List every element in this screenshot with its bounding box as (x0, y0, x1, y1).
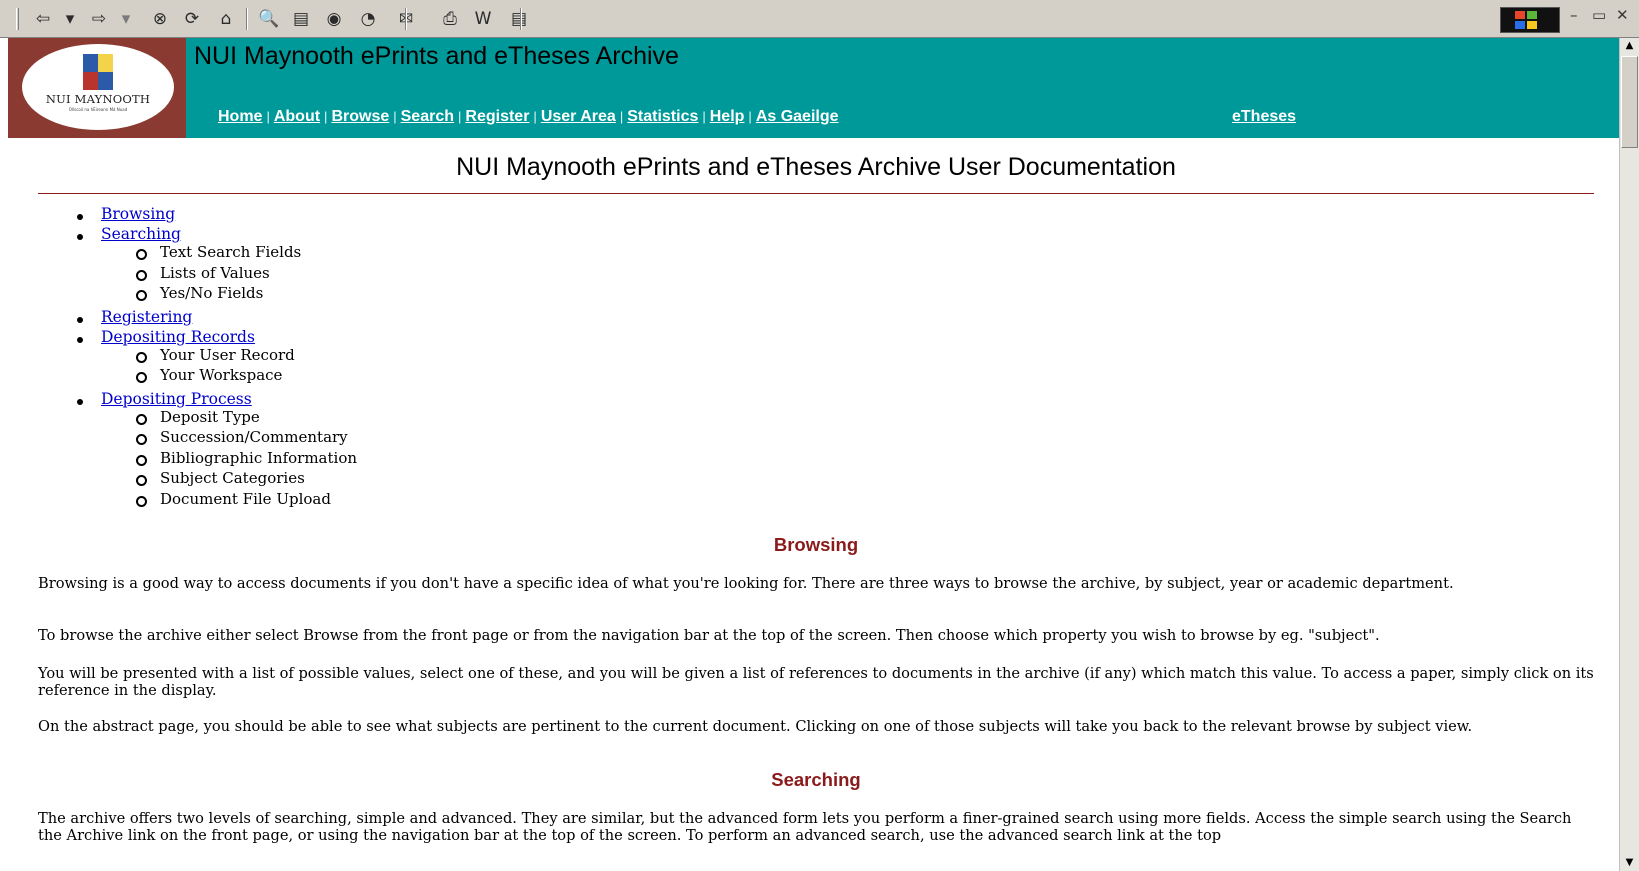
nav-link-browse[interactable]: Browse (331, 108, 389, 125)
nav-link-as-gaeilge[interactable]: As Gaeilge (756, 108, 839, 125)
toc-item: Depositing Records Your User Record Your W… (70, 328, 357, 386)
nav-link-etheses[interactable]: eTheses (1232, 108, 1296, 126)
scroll-down-icon[interactable]: ▼ (1620, 855, 1639, 871)
history-icon[interactable]: ◔ (355, 8, 381, 30)
paragraph: To browse the archive either select Brow… (38, 627, 1380, 644)
toc-subitem: Succession/Commentary (133, 427, 357, 448)
browser-toolbar: ⇦ ▾ ⇨ ▾ ⊗ ⟳ ⌂ 🔍 ▤ ◉ ◔ ✉ ⎙ W ▤ – ▭ ✕ (0, 0, 1639, 38)
paragraph: On the abstract page, you should be able… (38, 718, 1473, 735)
toc-sublist: Your User Record Your Workspace (133, 345, 357, 386)
page-title: NUI Maynooth ePrints and eTheses Archive… (456, 153, 1176, 181)
forward-dropdown-icon[interactable]: ▾ (120, 8, 132, 30)
nav-link-home[interactable]: Home (218, 108, 262, 125)
toc-item: Browsing (70, 205, 357, 223)
search-icon[interactable]: 🔍 (256, 8, 282, 30)
university-logo: NUI MAYNOOTH Ollscoil na hÉireann Má Nua… (22, 44, 174, 130)
toc-subitem: Subject Categories (133, 468, 357, 489)
stop-icon[interactable]: ⊗ (147, 8, 173, 30)
nav-link-statistics[interactable]: Statistics (627, 108, 698, 125)
nav-link-user-area[interactable]: User Area (541, 108, 616, 125)
title-divider (38, 193, 1594, 194)
vertical-scrollbar[interactable]: ▲ ▼ (1619, 38, 1639, 871)
toc-link-depositing-records[interactable]: Depositing Records (101, 328, 255, 346)
section-heading-searching: Searching (771, 769, 861, 790)
toc-link-searching[interactable]: Searching (101, 225, 181, 243)
nav-link-register[interactable]: Register (465, 108, 529, 125)
logo-subtext: Ollscoil na hÉireann Má Nuad (68, 107, 128, 112)
toc-subitem: Bibliographic Information (133, 448, 357, 469)
favorites-icon[interactable]: ▤ (288, 8, 314, 30)
nav-separator: | (702, 109, 706, 124)
toc-subitem: Your User Record (133, 345, 357, 366)
site-banner: NUI MAYNOOTH Ollscoil na hÉireann Má Nua… (8, 38, 1619, 138)
page-content: NUI MAYNOOTH Ollscoil na hÉireann Má Nua… (0, 38, 1619, 871)
nav-separator: | (458, 109, 462, 124)
toc-item: Depositing Process Deposit Type Succession… (70, 390, 357, 510)
toc-subitem: Text Search Fields (133, 242, 357, 263)
restore-icon[interactable]: ▭ (1592, 6, 1606, 24)
windows-logo-icon (1500, 7, 1560, 33)
scrollbar-thumb[interactable] (1621, 56, 1638, 148)
nav-link-help[interactable]: Help (710, 108, 745, 125)
toolbar-separator (246, 8, 248, 30)
home-icon[interactable]: ⌂ (213, 8, 239, 30)
paragraph: You will be presented with a list of pos… (38, 665, 1594, 699)
toolbar-grip[interactable] (16, 8, 19, 30)
table-of-contents: Browsing Searching Text Search Fields Lists… (70, 205, 357, 513)
toolbar-separator (405, 8, 407, 30)
toolbar-separator (520, 8, 522, 30)
main-nav: Home | About | Browse | Search | Register | User A… (218, 108, 839, 126)
nav-link-search[interactable]: Search (401, 108, 454, 125)
toc-sublist: Text Search Fields Lists of Values Yes/No … (133, 242, 357, 304)
toc-item: Searching Text Search Fields Lists of Valu… (70, 225, 357, 304)
back-icon[interactable]: ⇦ (30, 8, 56, 30)
toc-link-browsing[interactable]: Browsing (101, 205, 175, 223)
nav-separator: | (324, 109, 328, 124)
toc-subitem: Document File Upload (133, 489, 357, 510)
crest-icon (83, 54, 113, 90)
toc-item: Registering (70, 308, 357, 326)
nav-separator: | (266, 109, 270, 124)
toc-subitem: Deposit Type (133, 407, 357, 428)
media-icon[interactable]: ◉ (321, 8, 347, 30)
nav-separator: | (619, 109, 624, 124)
toc-link-depositing-process[interactable]: Depositing Process (101, 390, 252, 408)
refresh-icon[interactable]: ⟳ (179, 8, 205, 30)
print-icon[interactable]: ⎙ (437, 8, 463, 30)
scroll-up-icon[interactable]: ▲ (1620, 38, 1639, 54)
logo-area[interactable]: NUI MAYNOOTH Ollscoil na hÉireann Má Nua… (8, 38, 186, 138)
site-title: NUI Maynooth ePrints and eTheses Archive (194, 42, 679, 70)
section-heading-browsing: Browsing (773, 534, 859, 555)
paragraph: The archive offers two levels of searchi… (38, 810, 1572, 844)
edit-icon[interactable]: W (470, 8, 496, 30)
close-icon[interactable]: ✕ (1616, 6, 1629, 24)
toc-sublist: Deposit Type Succession/Commentary Bibliog… (133, 407, 357, 510)
back-dropdown-icon[interactable]: ▾ (64, 8, 76, 30)
nav-separator: | (393, 109, 397, 124)
logo-text: NUI MAYNOOTH (45, 92, 151, 106)
discuss-icon[interactable]: ▤ (506, 8, 532, 30)
nav-separator: | (533, 109, 537, 124)
toc-link-registering[interactable]: Registering (101, 308, 192, 326)
toc-subitem: Yes/No Fields (133, 283, 357, 304)
toc-subitem: Lists of Values (133, 263, 357, 284)
minimize-icon[interactable]: – (1570, 6, 1578, 24)
nav-link-about[interactable]: About (274, 108, 320, 125)
toc-subitem: Your Workspace (133, 365, 357, 386)
forward-icon[interactable]: ⇨ (86, 8, 112, 30)
nav-separator: | (748, 109, 752, 124)
paragraph: Browsing is a good way to access documen… (38, 575, 1454, 592)
